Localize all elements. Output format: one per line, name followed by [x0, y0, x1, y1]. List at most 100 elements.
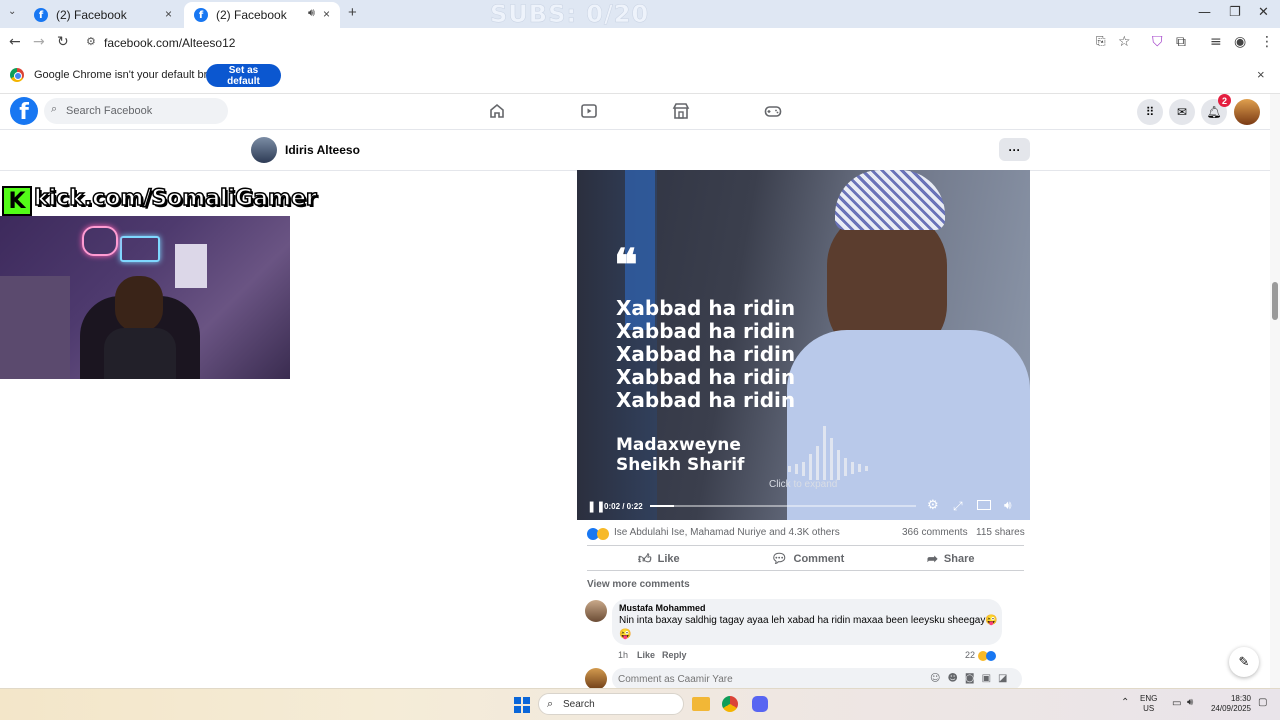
my-avatar[interactable]: [585, 668, 607, 690]
video-text-line: Xabbad ha ridin: [616, 319, 796, 343]
clock-date: 24/09/2025: [1210, 704, 1251, 713]
discord-taskbar-icon[interactable]: [752, 696, 768, 712]
page-more-button[interactable]: ···: [999, 138, 1030, 161]
language-code: ENG: [1140, 694, 1158, 703]
tab-close-icon[interactable]: ×: [323, 7, 330, 21]
comment-reaction-number: 22: [965, 650, 976, 660]
facebook-favicon-icon: f: [34, 8, 48, 22]
gaming-icon[interactable]: [764, 102, 782, 120]
kick-logo-icon: K: [2, 186, 32, 216]
search-icon: ⌕: [547, 698, 554, 710]
marketplace-icon[interactable]: [672, 102, 690, 120]
reaction-icons[interactable]: [587, 527, 609, 545]
extensions-puzzle-icon[interactable]: ⧉: [1176, 34, 1186, 50]
kick-channel-text: kick.com/SomaliGamer: [33, 185, 317, 212]
comment-time[interactable]: 1h: [618, 650, 628, 660]
file-explorer-icon[interactable]: [692, 697, 710, 711]
account-avatar[interactable]: [1234, 99, 1260, 125]
haha-reaction-icon: [597, 528, 609, 540]
comment-input-tools: ☺☻◙▣◪: [930, 673, 1014, 684]
chrome-logo-icon: [10, 68, 24, 82]
page-scrollbar[interactable]: [1270, 94, 1280, 688]
browser-tab-1[interactable]: f (2) Facebook ×: [24, 2, 182, 28]
gif-icon[interactable]: ▣: [982, 673, 998, 684]
shares-count[interactable]: 115 shares: [976, 527, 1025, 538]
set-as-default-button[interactable]: Set as default: [206, 64, 281, 87]
speaker-cap: [835, 170, 945, 230]
tab-close-icon[interactable]: ×: [165, 7, 172, 21]
windows-start-icon[interactable]: [514, 697, 530, 713]
comment-reaction-count[interactable]: 22: [965, 650, 996, 661]
infobar-close-icon[interactable]: ×: [1257, 67, 1265, 82]
speaker-icon[interactable]: 🔊︎: [1187, 697, 1193, 708]
commenter-avatar[interactable]: [585, 600, 607, 622]
scrollbar-thumb[interactable]: [1272, 282, 1278, 320]
tab-search-chevron-icon[interactable]: ⌄: [8, 6, 16, 17]
search-icon: ⌕: [51, 103, 58, 115]
language-indicator[interactable]: ENG US: [1140, 694, 1157, 714]
browser-tab-2-active[interactable]: f (2) Facebook 🔊︎ ×: [184, 2, 340, 28]
volume-icon[interactable]: 🔊︎: [1004, 498, 1012, 513]
url-text: facebook.com/Alteeso12: [104, 36, 236, 50]
speaker-name: Sheikh Sharif: [616, 455, 745, 475]
address-bar[interactable]: ⚙︎ facebook.com/Alteeso12: [80, 32, 1140, 54]
back-icon[interactable]: ←: [9, 34, 21, 50]
view-more-comments-link[interactable]: View more comments: [587, 579, 690, 590]
new-tab-button[interactable]: +: [348, 4, 357, 21]
avatar-sticker-icon[interactable]: ☺: [930, 673, 947, 684]
site-info-icon[interactable]: ⚙︎: [86, 35, 96, 48]
chrome-taskbar-icon[interactable]: [722, 696, 738, 712]
menu-grid-icon[interactable]: ⠿: [1137, 99, 1163, 125]
compose-pencil-icon: ✎: [1238, 654, 1250, 670]
forward-icon[interactable]: →: [33, 34, 45, 50]
video-settings-gear-icon[interactable]: ⚙: [927, 498, 939, 513]
media-control-icon[interactable]: ≡: [1210, 34, 1222, 50]
extension-shield-icon[interactable]: ⛉: [1152, 34, 1163, 50]
emoji-icon[interactable]: ☻: [947, 673, 964, 684]
click-to-expand-hint[interactable]: Click to expand: [769, 479, 837, 490]
reload-icon[interactable]: ↻: [57, 34, 69, 50]
facebook-search-input[interactable]: ⌕ Search Facebook: [44, 98, 228, 124]
maximize-icon[interactable]: ❐: [1229, 5, 1241, 20]
minimize-icon[interactable]: —: [1198, 5, 1211, 20]
comment-like-link[interactable]: Like: [637, 650, 655, 660]
notifications-badge: 2: [1218, 94, 1231, 107]
speaker-title: Madaxweyne: [616, 435, 741, 455]
install-app-icon[interactable]: ⎘: [1096, 34, 1106, 49]
divider: [587, 545, 1024, 546]
neon-flag-sign: [120, 236, 160, 262]
new-message-button[interactable]: ✎: [1229, 647, 1259, 677]
like-button[interactable]: 👍︎ Like: [638, 551, 680, 567]
clock-time: 18:30: [1230, 694, 1251, 703]
home-icon[interactable]: [488, 102, 506, 120]
camera-icon[interactable]: ◙: [965, 673, 982, 684]
clock[interactable]: 18:30 24/09/2025: [1209, 694, 1251, 714]
tray-chevron-up-icon[interactable]: ⌃: [1121, 697, 1129, 708]
share-button[interactable]: ➦ Share: [927, 551, 974, 567]
tab-audio-icon[interactable]: 🔊︎: [308, 7, 315, 20]
window-close-icon[interactable]: ✕: [1258, 5, 1269, 20]
comments-count[interactable]: 366 comments: [902, 527, 968, 538]
comment-reply-link[interactable]: Reply: [662, 650, 687, 660]
share-arrow-icon: ➦: [927, 551, 938, 566]
network-icon[interactable]: ▭: [1172, 698, 1181, 709]
video-icon[interactable]: [580, 102, 598, 120]
notification-center-icon[interactable]: ▢: [1258, 697, 1267, 708]
pause-icon[interactable]: ❚❚: [587, 500, 605, 513]
divider: [587, 570, 1024, 571]
facebook-logo-icon[interactable]: f: [10, 97, 38, 125]
messenger-icon[interactable]: ✉︎: [1169, 99, 1195, 125]
comment-author[interactable]: Mustafa Mohammed: [619, 603, 706, 613]
page-name[interactable]: Idiris Alteeso: [285, 143, 360, 157]
video-progress-bar[interactable]: [650, 505, 916, 507]
page-avatar[interactable]: [251, 137, 277, 163]
taskbar-search[interactable]: ⌕ Search: [538, 693, 684, 715]
reaction-names[interactable]: Ise Abdulahi Ise, Mahamad Nuriye and 4.3…: [614, 527, 840, 538]
sticker-icon[interactable]: ◪: [998, 673, 1014, 684]
bookmark-star-icon[interactable]: ☆: [1118, 34, 1131, 50]
fullscreen-expand-icon[interactable]: ⤢: [953, 499, 963, 514]
chrome-menu-icon[interactable]: ⋮: [1260, 34, 1274, 50]
picture-in-picture-icon[interactable]: [977, 500, 991, 510]
comment-button[interactable]: 💬︎ Comment: [771, 551, 844, 567]
profile-icon[interactable]: ◉: [1234, 34, 1246, 50]
